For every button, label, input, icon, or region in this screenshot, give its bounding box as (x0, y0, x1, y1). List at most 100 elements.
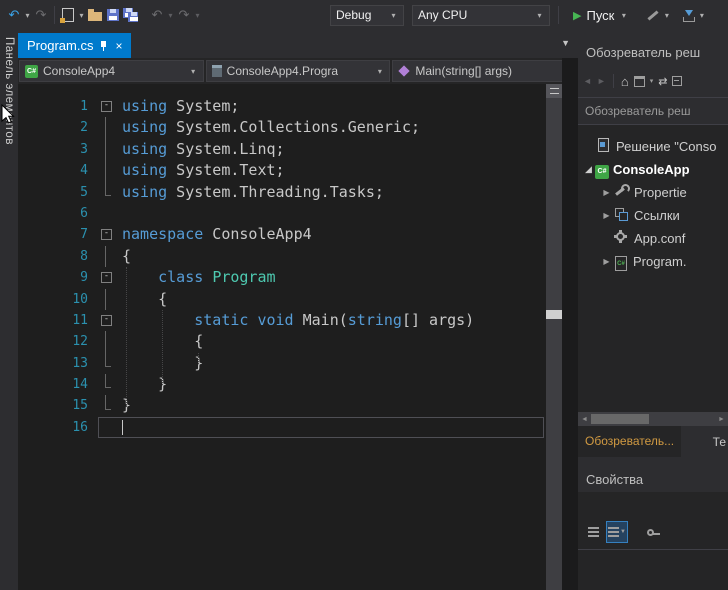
solution-platforms-combo[interactable]: Any CPU ▾ (412, 5, 550, 26)
outline-connector (105, 117, 106, 138)
outline-connector (105, 139, 106, 160)
outline-connector (105, 374, 106, 388)
solution-search-input[interactable]: Обозреватель реш (578, 97, 728, 125)
code-line[interactable]: 8{ (18, 246, 546, 267)
tree-item-label: Решение "Conso (616, 139, 716, 154)
solution-platforms-value: Any CPU (418, 8, 467, 22)
code-line[interactable]: 11- static void Main(string[] args) (18, 310, 546, 331)
code-line[interactable]: 15} (18, 395, 546, 416)
code-editor[interactable]: 1-using System;2using System.Collections… (18, 84, 546, 590)
tab-program-cs[interactable]: Program.cs × (18, 33, 131, 58)
toolbar-extra-caret-icon[interactable]: ▾ (662, 11, 671, 20)
code-line[interactable]: 7-namespace ConsoleApp4 (18, 224, 546, 245)
floppy-shape (107, 9, 119, 21)
categorized-icon[interactable] (582, 521, 604, 543)
outline-connector (105, 353, 106, 367)
tree-item-label: Ссылки (634, 208, 680, 223)
home-icon[interactable]: ⌂ (621, 74, 629, 89)
close-icon[interactable]: × (115, 39, 122, 53)
tree-item[interactable]: ◢C#ConsoleApp (578, 158, 728, 181)
outline-connector (105, 331, 106, 352)
new-project-icon[interactable] (59, 5, 77, 25)
code-line[interactable]: 16 (18, 417, 546, 438)
code-line[interactable]: 1-using System; (18, 96, 546, 117)
collapsed-arrow-icon[interactable]: ▶ (600, 257, 613, 266)
properties-title: Свойства (578, 457, 728, 492)
collapse-region-icon[interactable]: - (101, 315, 112, 326)
toolbar-extra-icon-1[interactable] (644, 5, 662, 25)
collapse-all-icon[interactable] (672, 76, 682, 86)
code-line[interactable]: 2using System.Collections.Generic; (18, 117, 546, 138)
alphabetical-icon[interactable]: ▼ (606, 521, 628, 543)
toolbar-extra-caret-icon[interactable]: ▾ (697, 11, 706, 20)
panel-tab-active[interactable]: Обозреватель... (578, 426, 681, 457)
save-all-icon[interactable] (122, 5, 140, 25)
tree-item-label: Propertie (634, 185, 687, 200)
play-icon: ▶ (573, 9, 581, 22)
collapse-region-icon[interactable]: - (101, 229, 112, 240)
tree-item[interactable]: Решение "Conso (578, 135, 728, 158)
redo-icon[interactable]: ↷ (175, 5, 193, 25)
start-caret-icon[interactable]: ▾ (619, 11, 628, 20)
code-line[interactable]: 10 { (18, 289, 546, 310)
tree-item[interactable]: ▶ Propertie (578, 181, 728, 204)
property-pages-key-icon[interactable] (642, 521, 664, 543)
tool-window-tabs: Обозреватель... Те (578, 426, 728, 457)
undo-icon[interactable]: ↶ (148, 5, 166, 25)
outline-margin: - (98, 310, 116, 331)
toolbar-extra-icon-2[interactable] (679, 5, 697, 25)
expanded-arrow-icon[interactable]: ◢ (582, 164, 595, 175)
tree-item[interactable]: ▶ Ссылки (578, 204, 728, 227)
navigate-back-icon[interactable]: ↶ (5, 5, 23, 25)
tab-list-dropdown-icon[interactable]: ▼ (561, 38, 570, 48)
panel-tab-inactive[interactable]: Те (706, 435, 728, 449)
save-icon[interactable] (104, 5, 122, 25)
open-file-icon[interactable] (86, 5, 104, 25)
collapse-region-icon[interactable]: - (101, 101, 112, 112)
code-line[interactable]: 4using System.Text; (18, 160, 546, 181)
line-number: 10 (18, 289, 98, 310)
pin-icon[interactable] (100, 41, 108, 51)
scroll-right-icon[interactable]: ► (715, 416, 728, 423)
se-back-icon[interactable]: ◄ (583, 76, 592, 86)
code-line[interactable]: 3using System.Linq; (18, 139, 546, 160)
switch-views-icon[interactable] (634, 76, 645, 87)
editor-navigation-bar: C# ConsoleApp4 ▾ ConsoleApp4.Progra ▾ Ma… (18, 58, 578, 84)
tree-horizontal-scrollbar[interactable]: ◄ ► (578, 412, 728, 426)
code-line[interactable]: 12 { (18, 331, 546, 352)
code-line[interactable]: 14 } (18, 374, 546, 395)
outline-end-tick (105, 409, 111, 410)
code-line[interactable]: 13 } (18, 353, 546, 374)
code-line[interactable]: 9- class Program (18, 267, 546, 288)
navbar-member-dropdown[interactable]: Main(string[] args) ▾ (392, 60, 577, 82)
collapsed-arrow-icon[interactable]: ▶ (600, 188, 613, 197)
code-line[interactable]: 6 (18, 203, 546, 224)
se-forward-icon[interactable]: ► (597, 76, 606, 86)
redo-caret-icon[interactable]: ▾ (193, 11, 202, 20)
sync-with-active-document-icon[interactable]: ⇄ (658, 75, 667, 88)
scroll-left-icon[interactable]: ◄ (578, 416, 591, 423)
indent-guide (198, 353, 199, 364)
collapse-region-icon[interactable]: - (101, 272, 112, 283)
navbar-project-dropdown[interactable]: C# ConsoleApp4 ▾ (19, 60, 204, 82)
navbar-type-dropdown[interactable]: ConsoleApp4.Progra ▾ (206, 60, 391, 82)
start-debugging-button[interactable]: ▶ Пуск ▾ (573, 8, 628, 23)
new-project-caret-icon[interactable]: ▾ (77, 11, 86, 20)
code-text: static void Main(string[] args) (116, 310, 474, 331)
outline-margin (98, 395, 116, 416)
scrollbar-thumb[interactable] (591, 414, 649, 424)
outline-margin (98, 117, 116, 138)
scrollbar-thumb[interactable] (546, 310, 562, 319)
editor-splitter-handle[interactable] (546, 84, 562, 98)
tree-item[interactable]: App.conf (578, 227, 728, 250)
navigate-forward-icon[interactable]: ↷ (32, 5, 50, 25)
tree-item[interactable]: ▶C#Program. (578, 250, 728, 273)
navigate-back-caret-icon[interactable]: ▾ (23, 11, 32, 20)
code-text: using System; (116, 96, 239, 117)
undo-caret-icon[interactable]: ▾ (166, 11, 175, 20)
code-line[interactable]: 5using System.Threading.Tasks; (18, 182, 546, 203)
collapsed-arrow-icon[interactable]: ▶ (600, 211, 613, 220)
switch-views-caret-icon[interactable]: ▾ (650, 77, 654, 85)
editor-vertical-scrollbar[interactable] (546, 84, 562, 590)
solution-configurations-combo[interactable]: Debug ▾ (330, 5, 404, 26)
